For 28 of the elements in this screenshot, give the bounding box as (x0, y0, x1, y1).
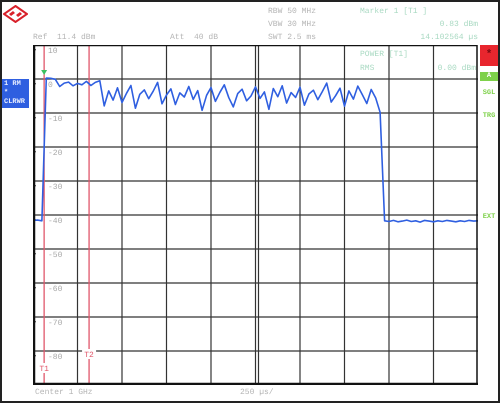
measurement-value: 0.00 dBm (438, 63, 476, 75)
marker-level: 0.83 dBm (440, 19, 478, 31)
marker-label: T2 (84, 351, 94, 360)
center-frequency: Center 1 GHz (35, 387, 94, 399)
axis-tick-label: -70 (48, 318, 62, 328)
axis-tick-label: -60 (48, 284, 62, 294)
axis-tick-label: -10 (48, 114, 62, 124)
attenuation: Att 40 dB (170, 32, 218, 44)
marker-title: Marker 1 [T1 ] (360, 6, 428, 18)
axis-tick-label: 10 (48, 46, 58, 56)
sweep-time: SWT 2.5 ms (268, 32, 316, 44)
marker-label: T1 (39, 365, 49, 374)
marker-time: 14.102564 µs (420, 32, 478, 44)
video-bandwidth: VBW 30 MHz (268, 19, 316, 31)
detector-label: RMS (360, 63, 374, 75)
marker-triangle-icon (41, 70, 48, 75)
axis-tick-label: -20 (48, 148, 62, 158)
axis-tick-label: 0 (48, 80, 53, 90)
time-per-division: 250 µs/ (240, 387, 274, 399)
status-flag: * (480, 45, 498, 66)
logo-icon (3, 5, 28, 23)
axis-tick-label: -40 (48, 216, 62, 226)
measurement-title: POWER [T1] (360, 49, 408, 61)
axis-tick-label: -50 (48, 250, 62, 260)
axis-tick-label: -80 (48, 352, 62, 362)
reference-level: Ref 11.4 dBm (33, 32, 96, 44)
axis-tick-label: -30 (48, 182, 62, 192)
resolution-bandwidth: RBW 50 MHz (268, 6, 316, 18)
